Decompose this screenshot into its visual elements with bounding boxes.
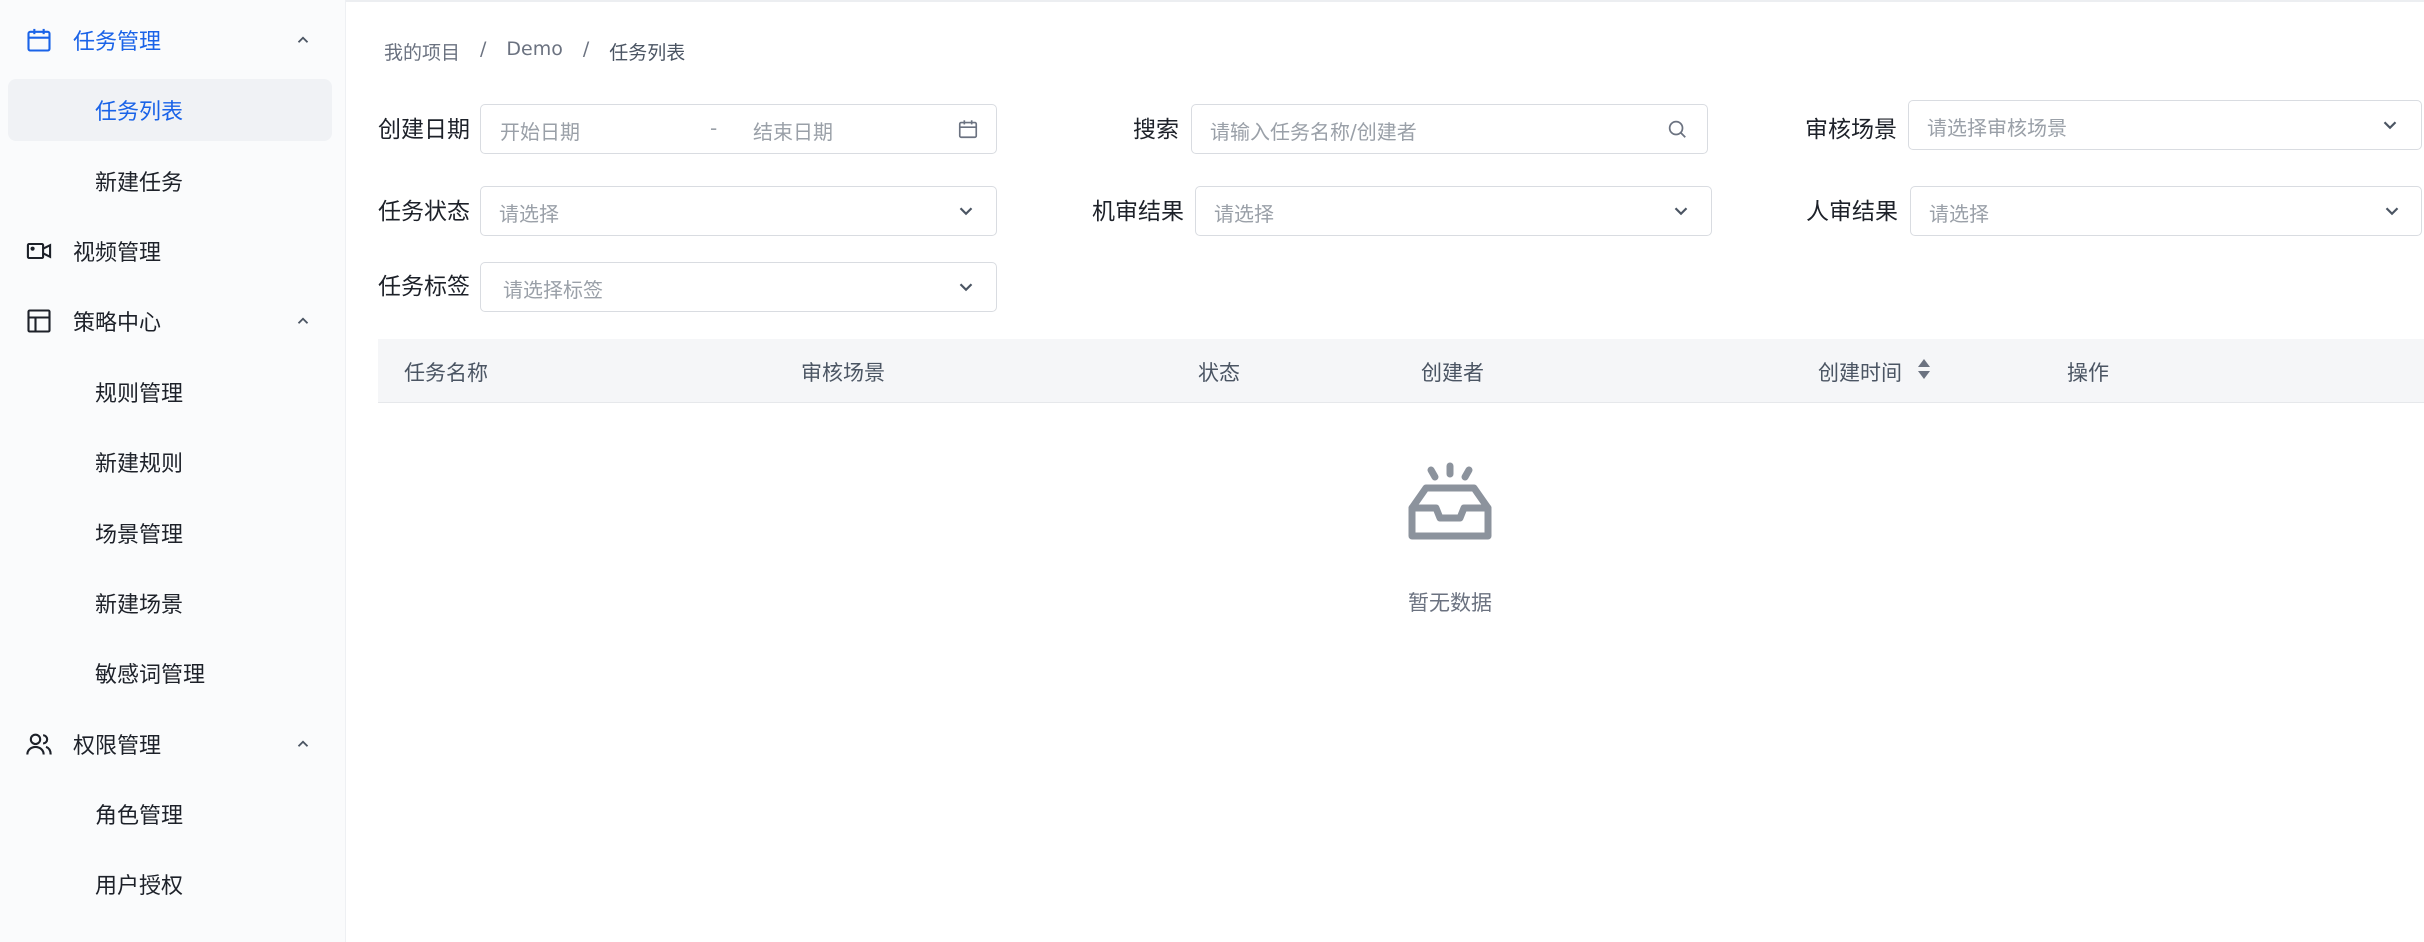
sidebar-item-label: 新建任务 xyxy=(95,171,184,196)
column-status: 状态 xyxy=(1198,361,1240,385)
menu-video-management[interactable]: 视频管理 xyxy=(0,220,346,282)
task-status-label: 任务状态 xyxy=(378,199,470,225)
breadcrumb-separator: / xyxy=(582,38,590,60)
menu-task-management[interactable]: 任务管理 xyxy=(0,9,346,71)
sidebar-item-label: 敏感词管理 xyxy=(95,663,206,688)
sidebar-item-new-scene[interactable]: 新建场景 xyxy=(8,572,332,634)
sidebar-item-label: 角色管理 xyxy=(95,804,184,829)
review-scene-placeholder: 请选择审核场景 xyxy=(1927,116,2067,140)
breadcrumb-separator: / xyxy=(480,38,487,60)
empty-state-text: 暂无数据 xyxy=(1408,591,1492,615)
start-date-input[interactable]: 开始日期 xyxy=(500,116,580,145)
menu-label: 任务管理 xyxy=(73,30,162,55)
date-range-picker[interactable]: 开始日期 - 结束日期 xyxy=(480,104,997,154)
sidebar-item-label: 规则管理 xyxy=(95,382,184,407)
sidebar-item-scene-management[interactable]: 场景管理 xyxy=(8,502,332,564)
task-tag-label: 任务标签 xyxy=(378,274,470,300)
column-task-name: 任务名称 xyxy=(404,361,488,385)
menu-permission-management[interactable]: 权限管理 xyxy=(0,713,346,775)
column-create-time[interactable]: 创建时间 xyxy=(1818,357,1902,387)
date-range-separator: - xyxy=(710,116,718,140)
users-icon xyxy=(26,733,52,755)
column-review-scene: 审核场景 xyxy=(801,361,885,385)
menu-label: 策略中心 xyxy=(73,311,162,336)
chevron-down-icon xyxy=(1674,207,1688,216)
task-status-select[interactable]: 请选择 xyxy=(480,186,997,236)
chevron-down-icon xyxy=(2385,207,2399,216)
column-creator: 创建者 xyxy=(1421,361,1484,385)
machine-result-placeholder: 请选择 xyxy=(1214,202,1274,226)
search-input[interactable]: 请输入任务名称/创建者 xyxy=(1191,104,1708,154)
sidebar-item-label: 任务列表 xyxy=(95,100,184,125)
task-status-placeholder: 请选择 xyxy=(499,202,559,226)
breadcrumb: 我的项目 / Demo / 任务列表 xyxy=(384,38,685,65)
sidebar-item-rule-management[interactable]: 规则管理 xyxy=(8,361,332,423)
calendar-icon[interactable] xyxy=(957,118,979,140)
sidebar-item-user-authorization[interactable]: 用户授权 xyxy=(8,853,332,915)
video-camera-icon xyxy=(26,242,52,260)
layout-icon xyxy=(27,309,51,333)
sort-icon[interactable] xyxy=(1916,357,1932,381)
breadcrumb-item-project[interactable]: 我的项目 xyxy=(384,38,460,65)
sidebar-item-role-management[interactable]: 角色管理 xyxy=(8,783,332,845)
sidebar-item-label: 新建场景 xyxy=(95,593,184,618)
breadcrumb-item-demo[interactable]: Demo xyxy=(506,38,562,65)
sidebar-item-task-list[interactable]: 任务列表 xyxy=(8,79,332,141)
create-date-label: 创建日期 xyxy=(378,117,470,143)
sidebar-item-label: 场景管理 xyxy=(95,523,184,548)
calendar-icon xyxy=(27,28,51,52)
human-result-select[interactable]: 请选择 xyxy=(1910,186,2422,236)
chevron-up-icon[interactable] xyxy=(294,31,312,49)
menu-label: 视频管理 xyxy=(73,241,162,266)
review-scene-label: 审核场景 xyxy=(1805,117,1897,143)
sidebar: 任务管理 任务列表 新建任务 视频管理 策略中心 规则管理 新建规则 场景管理 … xyxy=(0,0,346,942)
sidebar-item-sensitive-words[interactable]: 敏感词管理 xyxy=(8,642,332,704)
search-label: 搜索 xyxy=(1133,117,1179,143)
column-actions: 操作 xyxy=(2067,361,2109,385)
sidebar-item-label: 新建规则 xyxy=(95,452,184,477)
chevron-up-icon[interactable] xyxy=(294,312,312,330)
human-result-placeholder: 请选择 xyxy=(1929,202,1989,226)
sidebar-item-new-rule[interactable]: 新建规则 xyxy=(8,431,332,493)
table-header: 任务名称 审核场景 状态 创建者 创建时间 操作 xyxy=(378,339,2424,403)
menu-strategy-center[interactable]: 策略中心 xyxy=(0,290,346,352)
sidebar-item-new-task[interactable]: 新建任务 xyxy=(8,150,332,212)
chevron-down-icon xyxy=(959,207,973,216)
search-placeholder: 请输入任务名称/创建者 xyxy=(1210,120,1417,144)
breadcrumb-item-current: 任务列表 xyxy=(609,42,686,64)
sidebar-item-label: 用户授权 xyxy=(95,874,184,899)
task-tag-select[interactable]: 请选择标签 xyxy=(480,262,997,312)
end-date-input[interactable]: 结束日期 xyxy=(753,116,833,145)
review-scene-select[interactable]: 请选择审核场景 xyxy=(1908,100,2422,150)
human-result-label: 人审结果 xyxy=(1806,199,1898,225)
search-icon[interactable] xyxy=(1666,118,1688,140)
machine-result-select[interactable]: 请选择 xyxy=(1195,186,1712,236)
chevron-down-icon xyxy=(2383,121,2397,130)
top-border xyxy=(0,0,2424,2)
empty-inbox-icon xyxy=(1408,462,1492,540)
chevron-down-icon xyxy=(959,283,973,292)
chevron-up-icon[interactable] xyxy=(294,735,312,753)
menu-label: 权限管理 xyxy=(73,734,162,759)
task-tag-placeholder: 请选择标签 xyxy=(503,278,603,302)
machine-result-label: 机审结果 xyxy=(1092,199,1184,225)
